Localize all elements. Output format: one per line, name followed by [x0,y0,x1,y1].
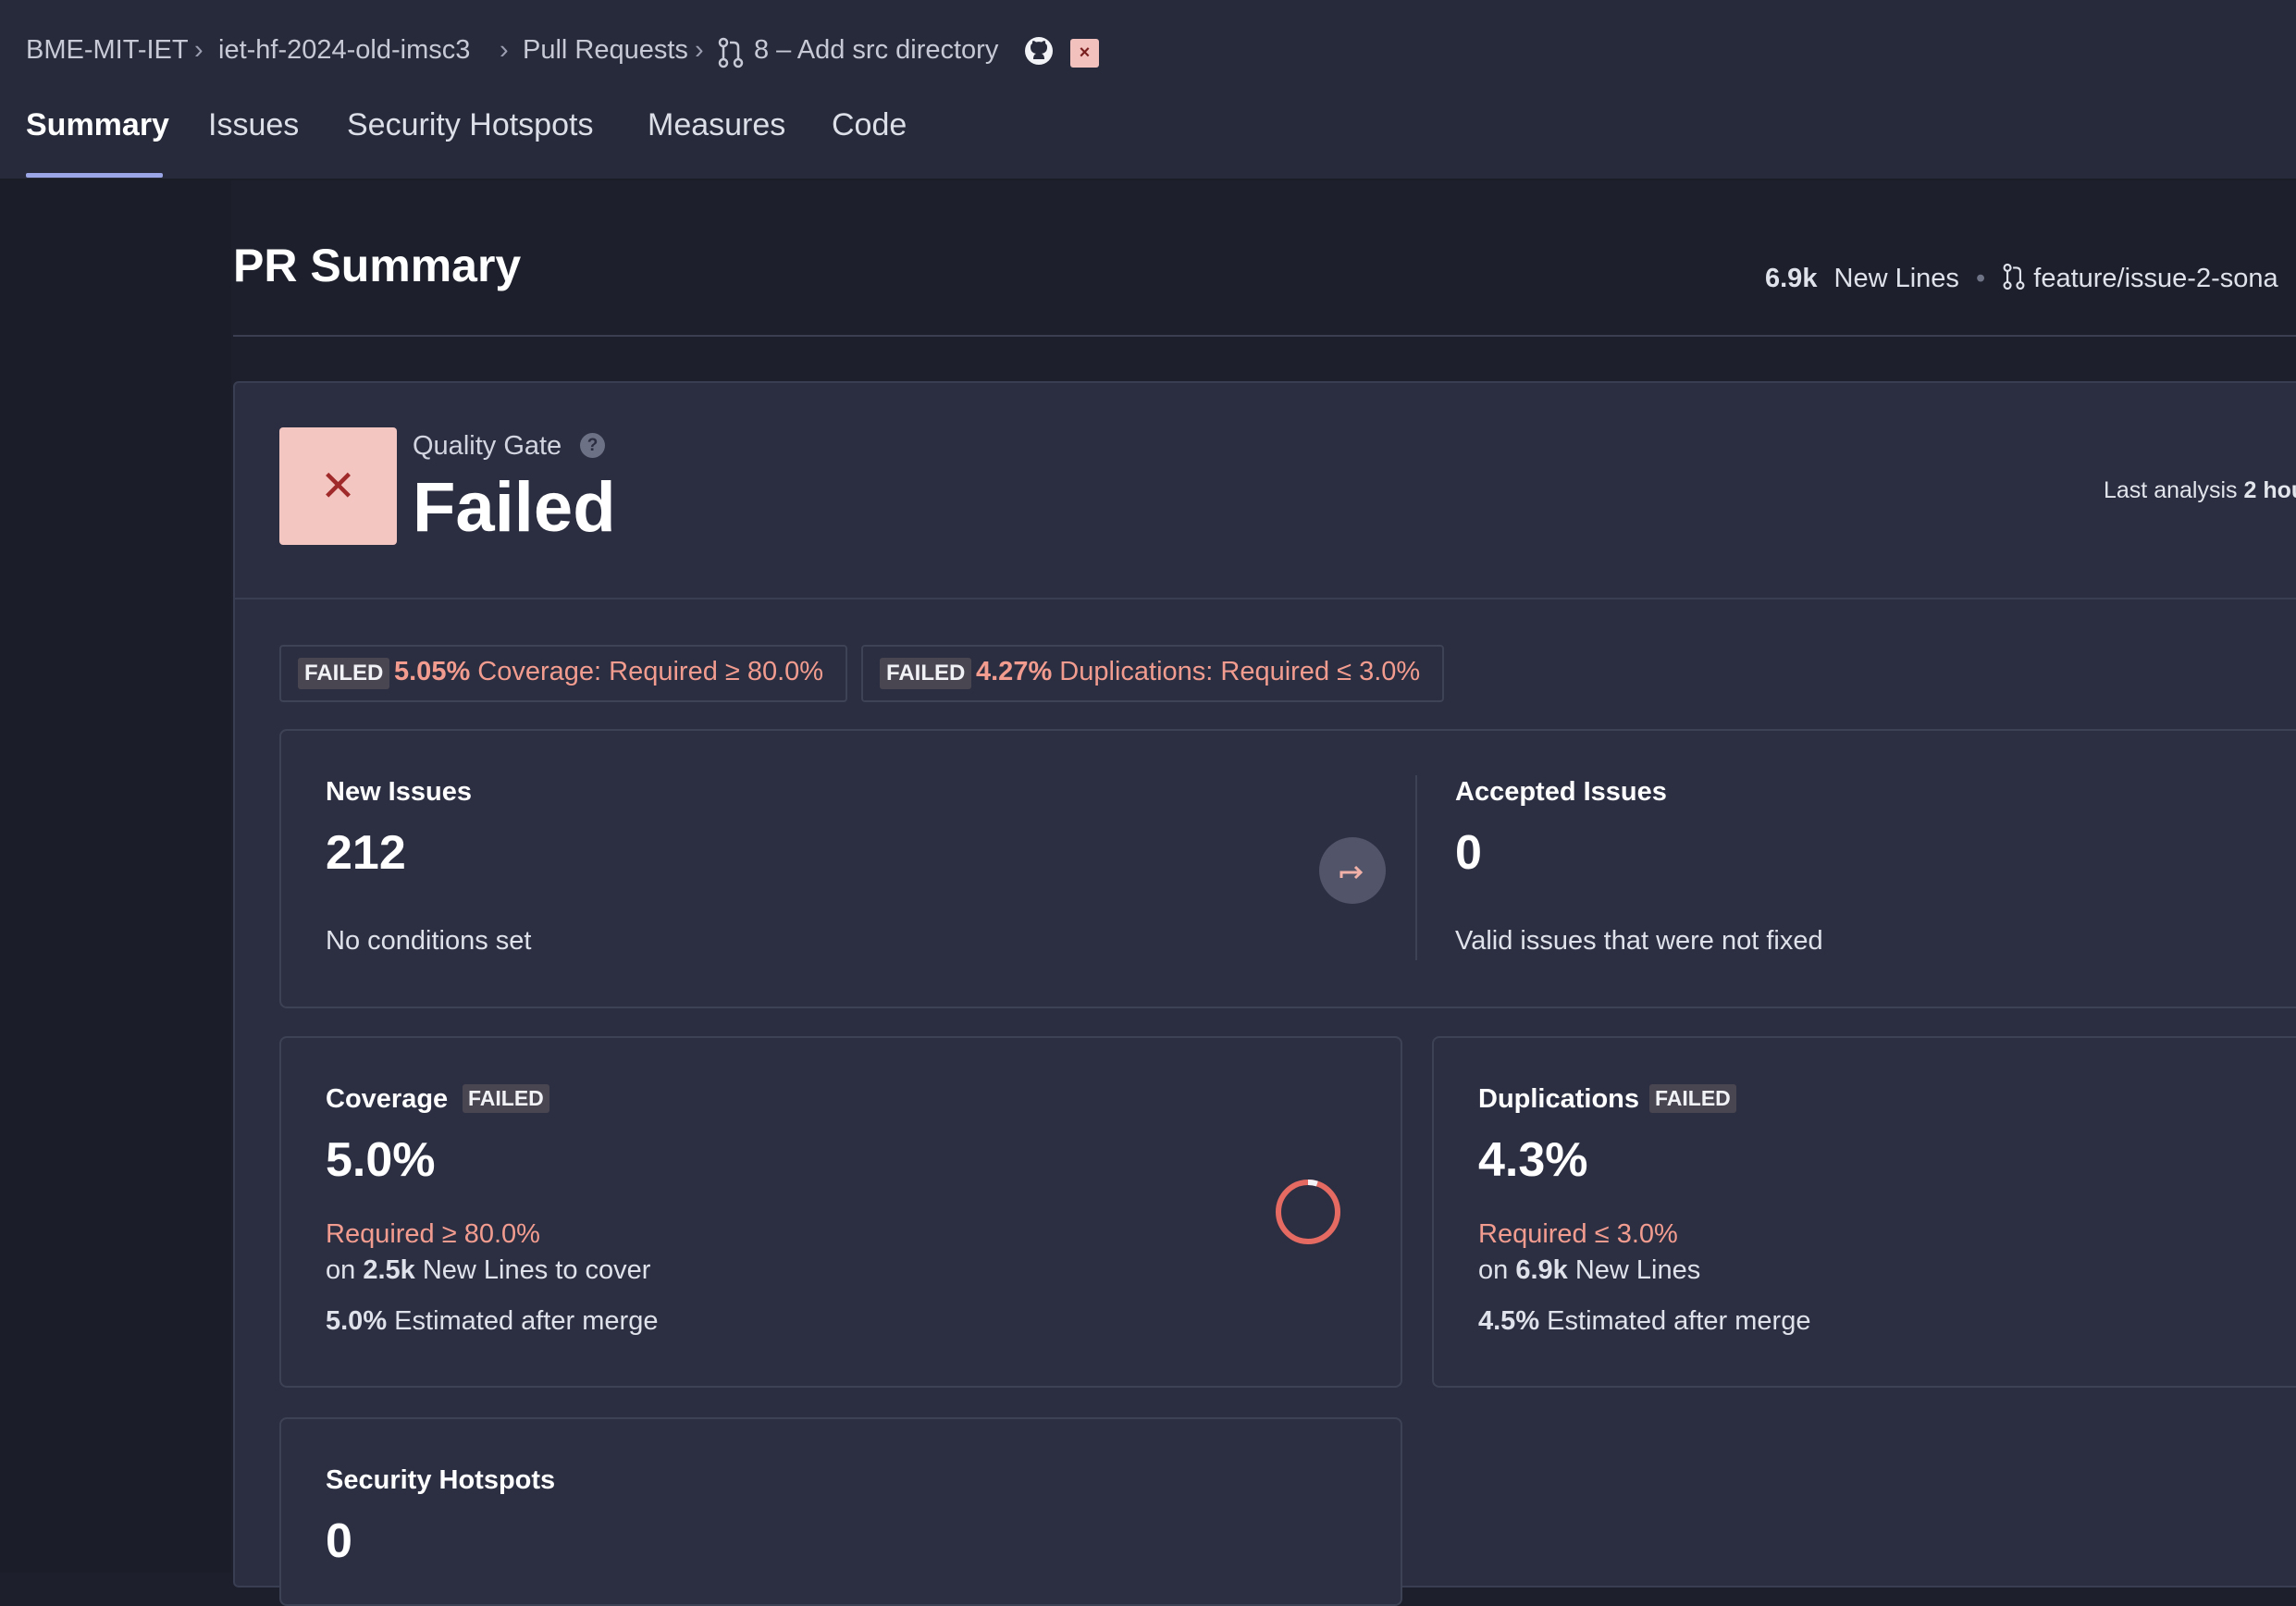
condition-coverage[interactable]: FAILED 5.05% Coverage: Required ≥ 80.0% [279,645,847,702]
duplications-lines-value[interactable]: 6.9k [1515,1255,1567,1285]
coverage-title: Coverage [326,1084,449,1114]
duplications-estimate-suffix: Estimated after merge [1547,1306,1811,1336]
last-analysis-label: Last analysis [2104,477,2238,503]
card-divider [235,598,2296,599]
branch-name[interactable]: feature/issue-2-sona [2033,264,2277,293]
issues-card [279,729,2296,1008]
page-title: PR Summary [233,240,522,291]
tab-security-hotspots[interactable]: Security Hotspots [347,107,593,143]
condition-duplications[interactable]: FAILED 4.27% Duplications: Required ≤ 3.… [861,645,1444,702]
coverage-required: Required ≥ 80.0% [326,1219,540,1249]
top-bar [0,0,2296,180]
on-prefix: on [326,1255,356,1285]
accepted-issues-value[interactable]: 0 [1455,825,1482,881]
condition-text: 5.05% Coverage: Required ≥ 80.0% [394,657,823,687]
pr-meta: 6.9k New Lines • feature/issue-2-sona [1765,263,2278,294]
coverage-estimate: 5.0% Estimated after merge [326,1306,658,1337]
condition-value: 5.05% [394,657,471,686]
duplications-title: Duplications [1478,1084,1640,1114]
tab-summary[interactable]: Summary [26,107,169,143]
duplications-estimate-value: 4.5% [1478,1306,1540,1336]
active-tab-indicator [26,173,163,178]
accepted-issues-title: Accepted Issues [1455,777,1667,807]
new-issues-title: New Issues [326,777,472,807]
accepted-issues-sub: Valid issues that were not fixed [1455,926,1823,956]
security-hotspots-title: Security Hotspots [326,1465,556,1495]
duplications-lines-suffix: New Lines [1574,1255,1701,1285]
condition-label: Coverage: Required ≥ 80.0% [477,657,824,686]
view-issues-button[interactable] [1319,837,1386,904]
pull-request-icon [718,37,744,68]
last-analysis-value: 2 hou [2243,477,2296,503]
failed-tag: FAILED [1649,1084,1736,1113]
github-icon[interactable] [1023,35,1055,67]
coverage-lines-value[interactable]: 2.5k [363,1255,414,1285]
branch-icon [2003,263,2025,290]
last-analysis: Last analysis 2 hou [2104,477,2296,504]
duplications-lines: on 6.9k New Lines [1478,1255,1700,1286]
security-hotspots-card [279,1417,1402,1606]
security-hotspots-value[interactable]: 0 [326,1513,352,1569]
chevron-right-icon: › [500,35,509,65]
failed-status-badge: × [1070,39,1099,68]
new-lines-value: 6.9k [1765,264,1818,293]
divider [233,335,2296,337]
coverage-value[interactable]: 5.0% [326,1132,436,1188]
duplications-estimate: 4.5% Estimated after merge [1478,1306,1810,1337]
condition-label: Duplications: Required ≤ 3.0% [1059,657,1421,686]
breadcrumb-org[interactable]: BME-MIT-IET [26,35,189,66]
quality-gate-label: Quality Gate [413,431,562,461]
help-icon[interactable]: ? [580,433,605,458]
duplications-required: Required ≤ 3.0% [1478,1219,1678,1249]
coverage-gauge-icon [1276,1180,1340,1244]
failed-tag: FAILED [463,1084,549,1113]
failed-tag: FAILED [298,658,390,689]
duplications-value[interactable]: 4.3% [1478,1132,1588,1188]
sidebar-strip [0,180,231,1573]
coverage-lines: on 2.5k New Lines to cover [326,1255,650,1286]
tab-code[interactable]: Code [832,107,907,143]
tab-issues[interactable]: Issues [208,107,299,143]
new-issues-value[interactable]: 212 [326,825,406,881]
breadcrumb-pr: 8 – Add src directory [754,35,999,65]
breadcrumb-project[interactable]: iet-hf-2024-old-imsc3 [218,35,470,66]
tab-measures[interactable]: Measures [648,107,785,143]
condition-text: 4.27% Duplications: Required ≤ 3.0% [976,657,1420,687]
breadcrumb-pull-requests[interactable]: Pull Requests [523,35,688,66]
arrow-jump-icon [1339,865,1364,880]
vertical-divider [1415,775,1417,960]
quality-gate-status: Failed [413,468,616,547]
failed-tag: FAILED [880,658,972,689]
on-prefix: on [1478,1255,1509,1285]
coverage-lines-suffix: New Lines to cover [422,1255,651,1285]
quality-gate-failed-icon: ✕ [279,427,397,545]
condition-value: 4.27% [976,657,1053,686]
coverage-estimate-suffix: Estimated after merge [394,1306,659,1336]
chevron-right-icon: › [695,35,704,65]
new-issues-sub: No conditions set [326,926,532,956]
coverage-estimate-value: 5.0% [326,1306,388,1336]
new-lines-label: New Lines [1833,264,1959,293]
separator-dot: • [1975,264,1986,293]
chevron-right-icon: › [194,35,204,65]
